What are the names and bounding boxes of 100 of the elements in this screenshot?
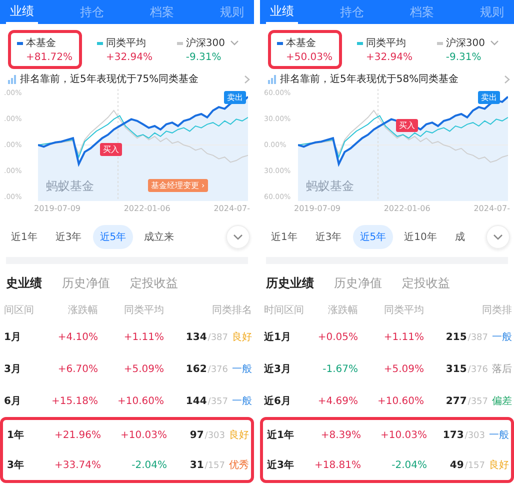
legend-value: +50.03% xyxy=(286,52,333,63)
rank-number: 173 xyxy=(442,430,464,441)
legend-value: -9.31% xyxy=(186,52,222,63)
rating-label: 良好 xyxy=(232,330,252,344)
expand-button[interactable] xyxy=(486,225,510,249)
table-cell-text: +5.09% xyxy=(382,364,424,374)
legend-value: +32.94% xyxy=(106,52,152,63)
column-header: 同类平均 xyxy=(383,304,424,317)
table-cell-text: +0.05% xyxy=(316,332,358,342)
table-cell-text: +1.11% xyxy=(122,332,164,342)
tab[interactable]: 持仓 xyxy=(336,2,368,22)
table-cell-text: 6月 xyxy=(4,395,22,408)
legend-label: 沪深300 xyxy=(446,36,485,50)
period-tab[interactable]: 近3年 xyxy=(308,225,349,249)
legend-value: +81.72% xyxy=(26,52,73,63)
period-tab[interactable]: 近5年 xyxy=(352,225,394,249)
chevron-down-icon[interactable] xyxy=(230,40,239,46)
table-cell-text: 近1月 xyxy=(264,330,292,344)
axis-label: 2019-07-09 xyxy=(34,204,80,213)
rank-total: /387 xyxy=(468,333,488,343)
legend-label: 本基金 xyxy=(286,36,316,50)
column-header: 间区间 xyxy=(4,304,35,317)
rating-label: 优秀 xyxy=(229,458,249,472)
section-tab[interactable]: 定投收益 xyxy=(128,272,180,295)
section-tab[interactable]: 历史净值 xyxy=(332,272,384,295)
tab[interactable]: 规则 xyxy=(476,2,508,22)
table-cell-text: 近3月 xyxy=(264,362,292,376)
rating-label: 一般 xyxy=(232,395,252,408)
chevron-right-icon[interactable] xyxy=(504,74,510,84)
rank-number: 277 xyxy=(446,396,467,407)
rank-total: /357 xyxy=(468,397,488,407)
period-tab[interactable]: 近3年 xyxy=(48,225,89,249)
period-tab[interactable]: 近1年 xyxy=(4,225,44,249)
section-tab[interactable]: 史业绩 xyxy=(4,272,44,295)
rating-label: 一般 xyxy=(489,429,509,442)
table-cell-text: +8.39% xyxy=(320,430,361,440)
axis-label: 2019-07-09 xyxy=(294,204,340,213)
table-cell-text: +4.69% xyxy=(316,396,358,406)
rank-number: 97 xyxy=(190,430,204,441)
table-cell-text: 近3年 xyxy=(267,458,295,472)
expand-button[interactable] xyxy=(226,225,250,249)
chevron-down-icon[interactable] xyxy=(490,40,499,46)
rating-label: 偏差 xyxy=(492,395,512,408)
period-tab[interactable]: 成 xyxy=(448,225,472,249)
legend-label: 本基金 xyxy=(26,36,56,50)
table-cell-text: +10.60% xyxy=(116,396,164,406)
rank-number: 215 xyxy=(446,332,467,343)
table-cell-text: +5.09% xyxy=(122,364,164,374)
tab[interactable]: 规则 xyxy=(216,2,248,22)
table-cell-text: +10.03% xyxy=(379,430,427,440)
period-tab[interactable]: 近5年 xyxy=(92,225,134,249)
table-cell-text: +6.70% xyxy=(56,364,98,374)
ranking-text: 排名靠前，近5年表现优于58%同类基金 xyxy=(280,72,460,86)
table-cell-text: 1年 xyxy=(7,428,25,442)
manager-change-tag[interactable]: 基金经理变更 › xyxy=(148,179,208,192)
rank-total: /376 xyxy=(468,365,488,375)
chevron-right-icon[interactable] xyxy=(244,74,250,84)
period-tab[interactable]: 成立来 xyxy=(137,225,182,249)
chevron-down-icon xyxy=(493,234,503,240)
table-cell-text: -1.67% xyxy=(322,364,358,374)
legend-label: 同类平均 xyxy=(366,36,406,50)
table-cell-text: 近1年 xyxy=(267,428,295,442)
tab[interactable]: 业绩 xyxy=(266,0,298,24)
rating-label: 良好 xyxy=(489,458,509,472)
buy-marker: 买入 xyxy=(100,143,122,156)
section-tab[interactable]: 历史业绩 xyxy=(264,272,316,295)
tab[interactable]: 持仓 xyxy=(76,2,108,22)
rank-total: /376 xyxy=(208,365,228,375)
rank-number: 315 xyxy=(446,364,467,375)
section-tab[interactable]: 历史净值 xyxy=(60,272,112,295)
axis-label: 2024-07- xyxy=(474,204,510,213)
ranking-text: 排名靠前，近5年表现优于75%同类基金 xyxy=(20,72,200,86)
legend-value: -9.31% xyxy=(446,52,482,63)
bar-chart-icon xyxy=(268,74,276,84)
column-header: 涨跌幅 xyxy=(327,304,358,317)
rank-number: 162 xyxy=(186,364,207,375)
table-cell-text: 近6月 xyxy=(264,394,292,408)
tab[interactable]: 业绩 xyxy=(6,0,38,24)
tab[interactable]: 档案 xyxy=(146,2,178,22)
rank-number: 134 xyxy=(186,332,207,343)
table-cell-text: +10.60% xyxy=(376,396,424,406)
legend-label: 沪深300 xyxy=(186,36,225,50)
column-header: 涨跌幅 xyxy=(67,304,98,317)
axis-label: 2022-01-06 xyxy=(124,204,170,213)
section-tab[interactable]: 定投收益 xyxy=(400,272,452,295)
table-cell-text: +10.03% xyxy=(119,430,167,440)
chevron-down-icon xyxy=(233,234,243,240)
rank-total: /157 xyxy=(464,461,485,471)
table-cell-text: +4.10% xyxy=(56,332,98,342)
table-cell-text: 1月 xyxy=(4,331,22,344)
period-tab[interactable]: 近1年 xyxy=(264,225,304,249)
period-tab[interactable]: 近10年 xyxy=(397,225,444,249)
table-cell-text: -2.04% xyxy=(390,460,427,470)
table-cell-text: +33.74% xyxy=(53,460,101,470)
rank-total: /157 xyxy=(204,461,225,471)
tab[interactable]: 档案 xyxy=(406,2,438,22)
buy-marker: 买入 xyxy=(396,119,418,132)
table-cell-text: 3年 xyxy=(7,458,25,472)
rank-total: /357 xyxy=(208,397,228,407)
sell-marker: 卖出 xyxy=(224,91,246,104)
